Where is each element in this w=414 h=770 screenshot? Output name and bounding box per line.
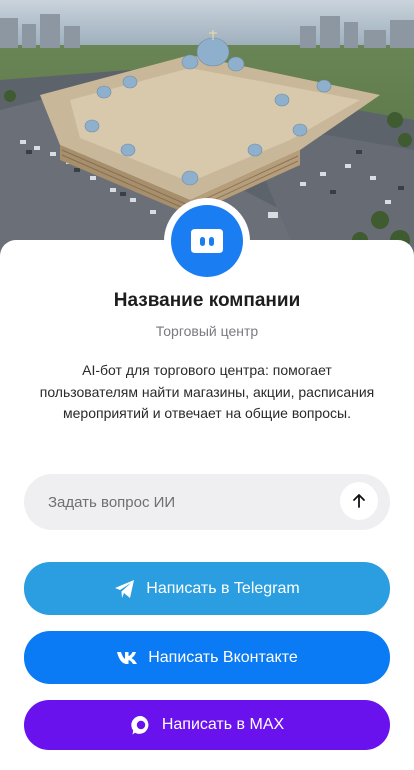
- chat-bot-icon: [191, 229, 223, 253]
- telegram-button-label: Написать в Telegram: [146, 579, 300, 597]
- ask-ai-input[interactable]: [48, 474, 338, 530]
- company-name: Название компании: [113, 290, 301, 311]
- bot-avatar: [171, 205, 243, 277]
- page: Название компании Торговый центр AI-бот …: [0, 0, 414, 770]
- company-type: Торговый центр: [155, 323, 259, 339]
- vk-button[interactable]: Написать Вконтакте: [24, 631, 390, 684]
- company-description: AI-бот для торгового центра: помогает по…: [39, 362, 375, 421]
- telegram-button[interactable]: Написать в Telegram: [24, 562, 390, 615]
- vk-icon: [116, 651, 138, 665]
- telegram-icon: [114, 579, 136, 599]
- max-button[interactable]: Написать в MAX: [24, 700, 390, 750]
- max-icon: [130, 714, 152, 736]
- avatar-ring: [164, 198, 250, 284]
- arrow-up-icon: [353, 494, 365, 508]
- ask-ai-box: [24, 474, 390, 530]
- vk-button-label: Написать Вконтакте: [148, 648, 298, 666]
- send-button[interactable]: [340, 482, 378, 520]
- max-button-label: Написать в MAX: [161, 716, 285, 733]
